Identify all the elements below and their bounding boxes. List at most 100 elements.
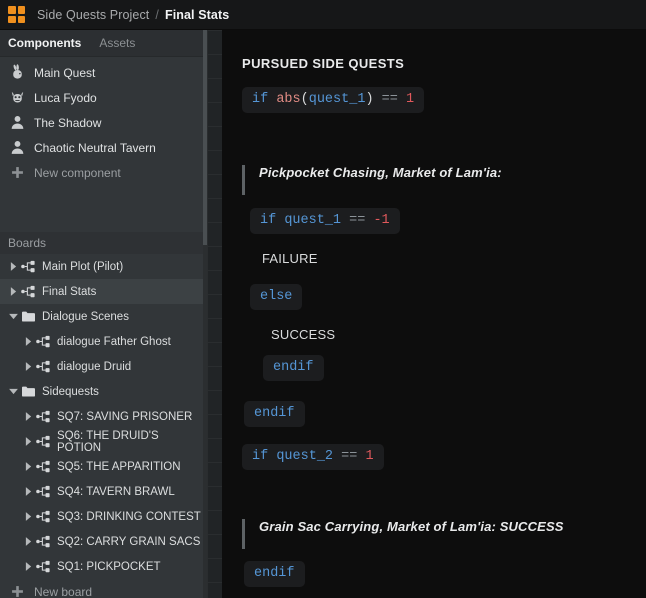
code-block-endif-outer[interactable]: endif	[244, 401, 305, 427]
boards-section-header: Boards	[0, 232, 203, 254]
tab-assets[interactable]: Assets	[99, 36, 135, 50]
chevron-down-icon[interactable]	[7, 388, 19, 395]
board-label: Main Plot (Pilot)	[42, 261, 123, 273]
components-list: Main Quest Luca Fyodo	[0, 57, 203, 185]
quote-text: Grain Sac Carrying, Market of Lam'ia: SU…	[259, 519, 564, 534]
text-success: SUCCESS	[271, 327, 335, 342]
breadcrumb: Side Quests Project / Final Stats	[37, 8, 229, 22]
code-number: -1	[373, 213, 389, 228]
tab-components[interactable]: Components	[8, 36, 81, 50]
board-item-sq5[interactable]: SQ5: THE APPARITION	[0, 454, 203, 479]
breadcrumb-current[interactable]: Final Stats	[165, 8, 229, 22]
chevron-right-icon[interactable]	[7, 262, 19, 271]
code-function: abs	[276, 92, 300, 107]
component-item-the-shadow[interactable]: The Shadow	[0, 110, 203, 135]
code-keyword: endif	[273, 360, 314, 375]
new-component-button[interactable]: New component	[0, 160, 203, 185]
code-keyword: if	[252, 92, 268, 107]
blockquote-grain-sac: Grain Sac Carrying, Market of Lam'ia: SU…	[242, 519, 632, 549]
component-label: Main Quest	[34, 66, 95, 80]
sidebar-tabs: Components Assets	[0, 30, 203, 57]
graph-node-icon	[19, 285, 37, 298]
board-item-sq3[interactable]: SQ3: DRINKING CONTEST	[0, 504, 203, 529]
board-item-dialogue-father-ghost[interactable]: dialogue Father Ghost	[0, 329, 203, 354]
board-item-sq6[interactable]: SQ6: THE DRUID'S POTION	[0, 429, 203, 454]
breadcrumb-separator: /	[155, 8, 159, 22]
board-folder-sidequests[interactable]: Sidequests	[0, 379, 203, 404]
person-avatar-icon	[8, 138, 27, 157]
board-item-final-stats[interactable]: Final Stats	[0, 279, 203, 304]
board-canvas-grid[interactable]	[207, 30, 222, 598]
graph-node-icon	[34, 535, 52, 548]
code-operator: ==	[382, 92, 398, 107]
code-block-endif-inner[interactable]: endif	[263, 355, 324, 381]
code-operator: ==	[349, 213, 365, 228]
top-header-bar: Side Quests Project / Final Stats	[0, 0, 646, 30]
code-keyword: if	[252, 449, 268, 464]
code-paren-close: )	[365, 92, 373, 107]
chevron-right-icon[interactable]	[7, 287, 19, 296]
board-label: SQ6: THE DRUID'S POTION	[57, 430, 203, 454]
script-panel: PURSUED SIDE QUESTS if abs(quest_1) == 1…	[222, 30, 646, 598]
board-label: SQ3: DRINKING CONTEST	[57, 511, 201, 523]
graph-node-icon	[34, 360, 52, 373]
chevron-right-icon[interactable]	[22, 537, 34, 546]
new-board-button[interactable]: New board	[0, 579, 203, 598]
chevron-right-icon[interactable]	[22, 362, 34, 371]
code-variable: quest_1	[309, 92, 366, 107]
plus-icon	[8, 582, 27, 598]
chevron-right-icon[interactable]	[22, 562, 34, 571]
board-item-dialogue-druid[interactable]: dialogue Druid	[0, 354, 203, 379]
graph-node-icon	[34, 460, 52, 473]
chevron-right-icon[interactable]	[22, 512, 34, 521]
boards-header-label: Boards	[8, 236, 46, 250]
folder-icon	[19, 385, 37, 398]
board-item-main-plot-pilot[interactable]: Main Plot (Pilot)	[0, 254, 203, 279]
component-item-chaotic-neutral-tavern[interactable]: Chaotic Neutral Tavern	[0, 135, 203, 160]
folder-icon	[19, 310, 37, 323]
code-block-if-abs-quest1[interactable]: if abs(quest_1) == 1	[242, 87, 424, 113]
left-sidebar: Components Assets Main Quest	[0, 30, 203, 598]
board-label: Dialogue Scenes	[42, 311, 129, 323]
graph-node-icon	[34, 485, 52, 498]
code-keyword: else	[260, 289, 292, 304]
breadcrumb-project[interactable]: Side Quests Project	[37, 8, 149, 22]
graph-node-icon	[19, 260, 37, 273]
code-variable: quest_1	[284, 213, 341, 228]
code-block-else[interactable]: else	[250, 284, 302, 310]
app-window: Side Quests Project / Final Stats Compon…	[0, 0, 646, 598]
graph-node-icon	[34, 335, 52, 348]
board-label: SQ4: TAVERN BRAWL	[57, 486, 175, 498]
component-item-luca-fyodo[interactable]: Luca Fyodo	[0, 85, 203, 110]
grid-logo-icon[interactable]	[8, 6, 25, 23]
board-label: SQ1: PICKPOCKET	[57, 561, 161, 573]
graph-node-icon	[34, 560, 52, 573]
code-block-if-quest1-neg1[interactable]: if quest_1 == -1	[250, 208, 400, 234]
board-label: dialogue Father Ghost	[57, 336, 171, 348]
code-block-endif-last[interactable]: endif	[244, 561, 305, 587]
board-item-sq4[interactable]: SQ4: TAVERN BRAWL	[0, 479, 203, 504]
code-number: 1	[406, 92, 414, 107]
code-keyword: endif	[254, 406, 295, 421]
chevron-right-icon[interactable]	[22, 462, 34, 471]
board-item-sq7[interactable]: SQ7: SAVING PRISONER	[0, 404, 203, 429]
board-item-sq1[interactable]: SQ1: PICKPOCKET	[0, 554, 203, 579]
component-item-main-quest[interactable]: Main Quest	[0, 60, 203, 85]
rabbit-avatar-icon	[8, 63, 27, 82]
chevron-right-icon[interactable]	[22, 487, 34, 496]
code-paren-open: (	[301, 92, 309, 107]
code-operator: ==	[341, 449, 357, 464]
chevron-down-icon[interactable]	[7, 313, 19, 320]
code-block-if-quest2[interactable]: if quest_2 == 1	[242, 444, 384, 470]
chevron-right-icon[interactable]	[22, 412, 34, 421]
board-label: dialogue Druid	[57, 361, 131, 373]
chevron-right-icon[interactable]	[22, 437, 34, 446]
component-label: Chaotic Neutral Tavern	[34, 141, 156, 155]
board-item-sq2[interactable]: SQ2: CARRY GRAIN SACS	[0, 529, 203, 554]
person-avatar-icon	[8, 113, 27, 132]
quote-text: Pickpocket Chasing, Market of Lam'ia:	[259, 165, 502, 180]
code-number: 1	[365, 449, 373, 464]
chevron-right-icon[interactable]	[22, 337, 34, 346]
board-folder-dialogue-scenes[interactable]: Dialogue Scenes	[0, 304, 203, 329]
board-label: Sidequests	[42, 386, 99, 398]
